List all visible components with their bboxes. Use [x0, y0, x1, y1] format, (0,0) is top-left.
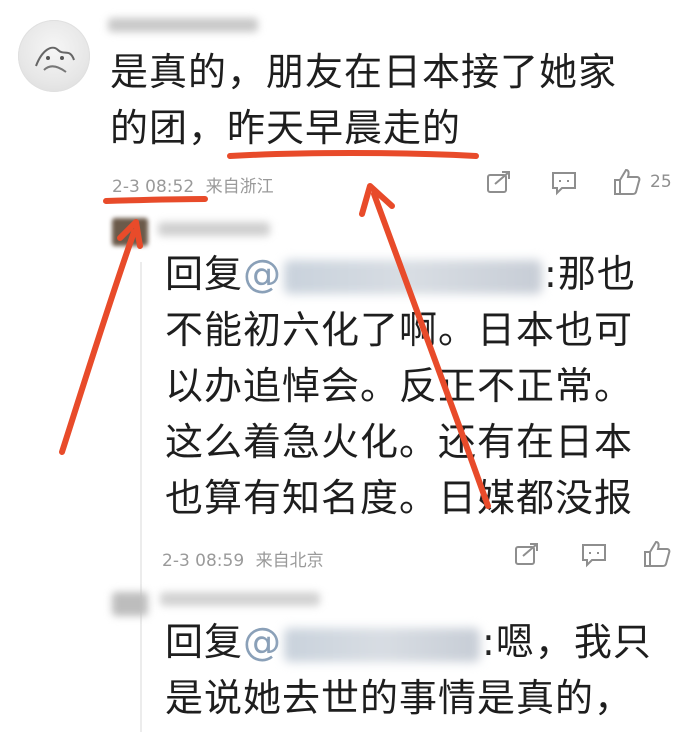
- annotation-overlay: [59, 150, 491, 509]
- arrow-left-annotation: [59, 229, 137, 455]
- time-underline-annotation: [103, 196, 208, 204]
- underline-annotation: [227, 150, 479, 159]
- arrow-right-annotation: [371, 191, 491, 509]
